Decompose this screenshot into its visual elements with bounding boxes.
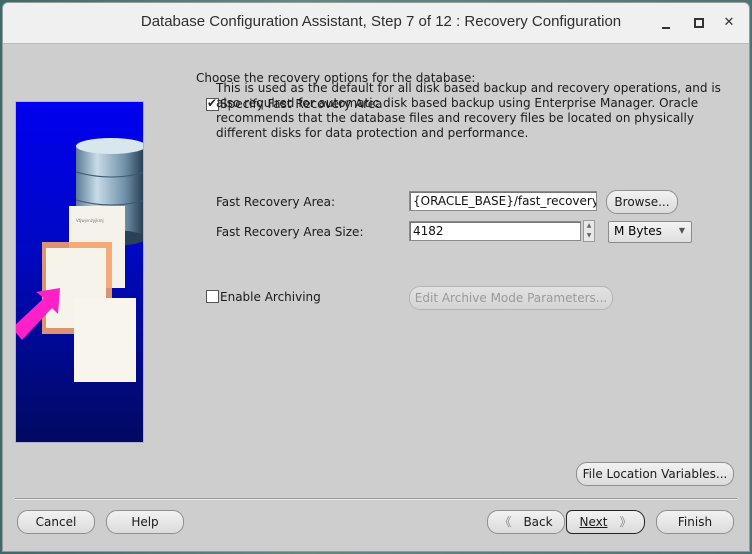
document-icon-front: [74, 298, 136, 382]
fast-recovery-size-input[interactable]: 4182: [409, 221, 581, 241]
close-button[interactable]: ✕: [719, 13, 739, 33]
illustration-graphic: Vtjwjvnzyjkmj: [16, 138, 143, 382]
enable-archiving-checkbox[interactable]: [206, 290, 219, 303]
help-button[interactable]: Help: [106, 510, 184, 534]
back-button[interactable]: 《 Back: [487, 510, 565, 534]
size-unit-select[interactable]: M Bytes ▼: [608, 221, 692, 243]
cancel-button[interactable]: Cancel: [17, 510, 95, 534]
back-label: Back: [523, 515, 553, 529]
edit-archive-params-button[interactable]: Edit Archive Mode Parameters...: [409, 286, 613, 310]
minimize-icon: [662, 27, 670, 29]
dbca-window: Database Configuration Assistant, Step 7…: [2, 2, 750, 552]
window-title: Database Configuration Assistant, Step 7…: [140, 13, 622, 30]
next-button[interactable]: Next 》: [566, 510, 645, 534]
fast-recovery-area-label: Fast Recovery Area:: [216, 195, 336, 209]
chevron-down-icon: ▼: [678, 226, 685, 235]
footer-separator: [15, 498, 737, 500]
size-unit-value: M Bytes: [614, 224, 662, 238]
fast-recovery-area-input[interactable]: {ORACLE_BASE}/fast_recovery_a: [409, 191, 597, 211]
browse-button[interactable]: Browse...: [606, 190, 678, 214]
next-label: Next: [579, 515, 608, 529]
chevron-right-icon: 》: [619, 515, 632, 529]
title-bar: Database Configuration Assistant, Step 7…: [3, 3, 749, 44]
close-icon: ✕: [723, 15, 735, 30]
enable-archiving-label[interactable]: Enable Archiving: [220, 290, 321, 304]
maximize-button[interactable]: [689, 13, 709, 33]
fast-recovery-size-label: Fast Recovery Area Size:: [216, 225, 364, 239]
maximize-icon: [694, 17, 704, 28]
recovery-illustration: Vtjwjvnzyjkmj: [15, 101, 144, 443]
minimize-button[interactable]: [656, 13, 676, 33]
size-spinner[interactable]: ▲ ▼: [583, 220, 595, 242]
chevron-left-icon: 《: [499, 515, 512, 529]
finish-button[interactable]: Finish: [656, 510, 734, 534]
spinner-down-icon[interactable]: ▼: [584, 231, 594, 241]
doc-text: Vtjwjvnzyjkmj: [76, 218, 104, 223]
spinner-up-icon[interactable]: ▲: [584, 221, 594, 231]
file-location-variables-button[interactable]: File Location Variables...: [576, 462, 734, 486]
fast-recovery-description: This is used as the default for all disk…: [216, 81, 721, 140]
